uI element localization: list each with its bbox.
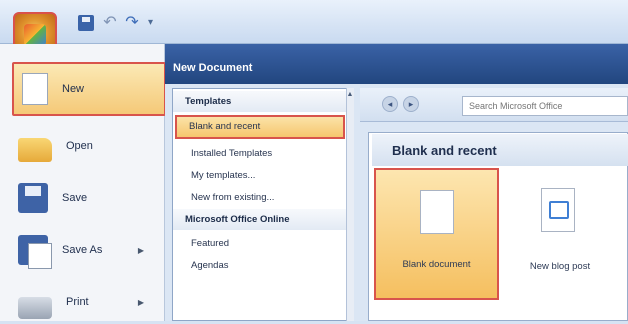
menu-item-print[interactable]: Print ▶ xyxy=(0,280,160,324)
scroll-up-icon[interactable]: ▲ xyxy=(346,90,354,100)
tile-label: New blog post xyxy=(529,261,591,272)
templates-scrollbar[interactable] xyxy=(346,88,354,321)
menu-item-new[interactable]: New xyxy=(12,62,166,116)
dialog-title: New Document xyxy=(165,44,628,84)
template-installed[interactable]: Installed Templates xyxy=(179,143,339,164)
template-featured[interactable]: Featured xyxy=(179,233,339,254)
save-as-icon xyxy=(18,235,52,269)
save-icon[interactable] xyxy=(78,15,94,31)
search-input[interactable] xyxy=(462,96,628,116)
open-folder-icon xyxy=(18,138,52,162)
templates-header: Templates xyxy=(173,91,349,112)
blank-document-icon xyxy=(420,190,454,234)
blog-post-icon xyxy=(541,188,575,232)
submenu-arrow-icon: ▶ xyxy=(137,245,144,255)
menu-item-label: Save As xyxy=(62,244,103,256)
template-my-templates[interactable]: My templates... xyxy=(179,165,339,186)
menu-item-label: Save xyxy=(62,192,88,204)
templates-section-online: Microsoft Office Online xyxy=(173,209,349,230)
menu-item-save-as[interactable]: Save As ▶ xyxy=(0,228,160,272)
menu-item-label: New xyxy=(62,83,85,95)
undo-icon[interactable]: ↶ xyxy=(102,15,118,31)
tile-label: Blank document xyxy=(402,259,471,270)
submenu-arrow-icon: ▶ xyxy=(137,297,144,307)
back-icon[interactable]: ◂ xyxy=(382,96,398,112)
save-disk-icon xyxy=(18,183,48,213)
tile-blank-document[interactable]: Blank document xyxy=(374,168,499,300)
template-new-from-existing[interactable]: New from existing... xyxy=(179,187,339,208)
templates-panel: Templates Blank and recent Installed Tem… xyxy=(172,88,352,321)
gallery-heading: Blank and recent xyxy=(372,134,628,166)
tile-new-blog-post[interactable]: New blog post xyxy=(505,168,615,300)
redo-icon[interactable]: ↷ xyxy=(124,15,140,31)
template-agendas[interactable]: Agendas xyxy=(179,255,339,276)
title-bar xyxy=(0,0,628,44)
menu-item-save[interactable]: Save xyxy=(0,176,160,220)
new-document-icon xyxy=(22,73,48,105)
menu-item-label: Open xyxy=(66,140,93,152)
printer-icon xyxy=(18,297,52,319)
menu-item-label: Print xyxy=(66,296,89,308)
menu-item-open[interactable]: Open xyxy=(0,124,160,168)
customize-quick-access-icon[interactable]: ▾ xyxy=(148,15,164,31)
office-menu: New Open Save Save As ▶ Print ▶ xyxy=(0,44,166,324)
forward-icon[interactable]: ▸ xyxy=(403,96,419,112)
office-logo-icon xyxy=(24,24,46,46)
template-blank-and-recent[interactable]: Blank and recent xyxy=(175,115,345,139)
